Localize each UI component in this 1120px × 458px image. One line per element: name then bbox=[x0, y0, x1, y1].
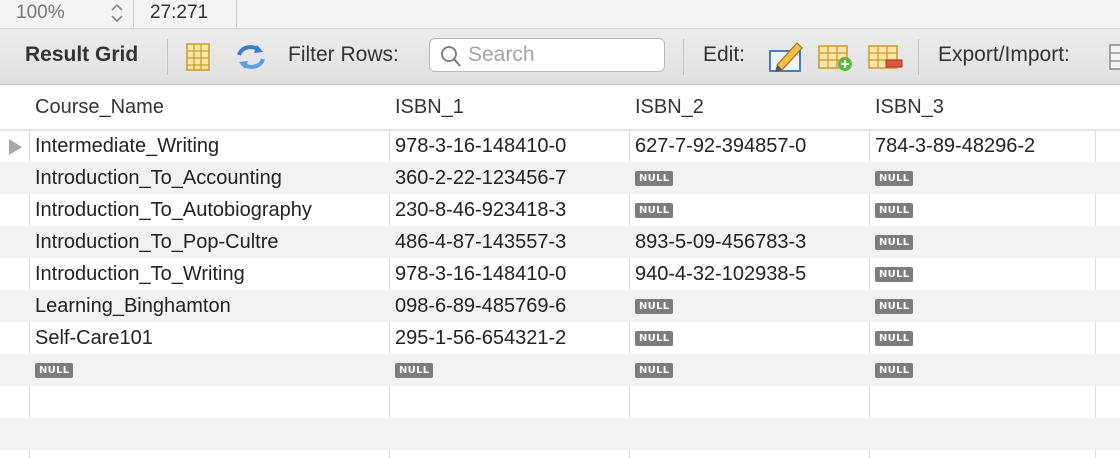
null-badge: NULL bbox=[635, 299, 674, 315]
empty-row[interactable] bbox=[0, 418, 1120, 450]
table-cell[interactable]: NULL bbox=[629, 194, 869, 226]
table-cell[interactable]: 978-3-16-148410-0 bbox=[389, 130, 629, 162]
export-icon[interactable] bbox=[1106, 39, 1120, 75]
table-cell[interactable]: Introduction_To_Autobiography bbox=[29, 194, 389, 226]
table-cell[interactable]: 784-3-89-48296-2 bbox=[869, 130, 1095, 162]
table-cell[interactable]: NULL bbox=[629, 290, 869, 322]
add-row-icon[interactable] bbox=[816, 39, 852, 75]
zoom-stepper-icon[interactable] bbox=[106, 2, 128, 24]
table-cell[interactable]: 360-2-22-123456-7 bbox=[389, 162, 629, 194]
table-cell[interactable]: NULL bbox=[869, 258, 1095, 290]
table-cell[interactable]: 893-5-09-456783-3 bbox=[629, 226, 869, 258]
table-row[interactable]: Introduction_To_Pop-Cultre 486-4-87-14355… bbox=[0, 226, 1120, 258]
zoom-control[interactable]: 100% bbox=[0, 0, 134, 27]
table-cell[interactable]: NULL bbox=[629, 322, 869, 354]
grid-header: Course_Name ISBN_1 ISBN_2 ISBN_3 bbox=[0, 85, 1120, 131]
table-cell[interactable]: 295-1-56-654321-2 bbox=[389, 322, 629, 354]
table-cell[interactable]: NULL bbox=[869, 322, 1095, 354]
toolbar-separator bbox=[167, 39, 168, 75]
cursor-position-value: 27:271 bbox=[150, 2, 209, 23]
zoom-value: 100% bbox=[16, 2, 65, 23]
null-badge: NULL bbox=[395, 363, 434, 379]
null-badge: NULL bbox=[875, 267, 914, 283]
table-cell[interactable]: NULL bbox=[869, 354, 1095, 386]
null-badge: NULL bbox=[875, 299, 914, 315]
refresh-icon[interactable] bbox=[233, 39, 269, 75]
table-cell[interactable]: NULL bbox=[29, 354, 389, 386]
toolbar-separator bbox=[918, 39, 919, 75]
table-cell[interactable]: NULL bbox=[869, 290, 1095, 322]
table-cell[interactable]: Introduction_To_Pop-Cultre bbox=[29, 226, 389, 258]
null-badge: NULL bbox=[875, 203, 914, 219]
result-grid-tab[interactable]: Result Grid bbox=[25, 43, 138, 67]
table-cell[interactable]: Introduction_To_Accounting bbox=[29, 162, 389, 194]
null-badge: NULL bbox=[635, 331, 674, 347]
table-cell[interactable]: NULL bbox=[869, 226, 1095, 258]
null-badge: NULL bbox=[635, 363, 674, 379]
null-badge: NULL bbox=[875, 331, 914, 347]
search-input[interactable] bbox=[468, 43, 658, 67]
column-header-isbn-3[interactable]: ISBN_3 bbox=[869, 91, 1095, 123]
table-cell[interactable]: 978-3-16-148410-0 bbox=[389, 258, 629, 290]
table-cell[interactable]: 098-6-89-485769-6 bbox=[389, 290, 629, 322]
column-header-course-name[interactable]: Course_Name bbox=[29, 91, 389, 123]
result-grid: Course_Name ISBN_1 ISBN_2 ISBN_3 Interme… bbox=[0, 85, 1120, 458]
null-badge: NULL bbox=[35, 363, 74, 379]
edit-label: Edit: bbox=[703, 43, 746, 66]
null-badge: NULL bbox=[875, 235, 914, 251]
table-cell[interactable]: Introduction_To_Writing bbox=[29, 258, 389, 290]
table-row[interactable]: Learning_Binghamton 098-6-89-485769-6 NULL… bbox=[0, 290, 1120, 322]
column-header-isbn-2[interactable]: ISBN_2 bbox=[629, 91, 869, 123]
export-import-label: Export/Import: bbox=[938, 43, 1070, 66]
grid-layout-icon[interactable] bbox=[182, 39, 218, 75]
table-cell[interactable]: 627-7-92-394857-0 bbox=[629, 130, 869, 162]
filter-rows-label: Filter Rows: bbox=[288, 43, 399, 66]
table-cell[interactable]: 230-8-46-923418-3 bbox=[389, 194, 629, 226]
table-row[interactable]: Intermediate_Writing 978-3-16-148410-0 627… bbox=[0, 130, 1120, 162]
toolbar-separator bbox=[683, 39, 684, 75]
table-cell[interactable]: NULL bbox=[389, 354, 629, 386]
table-row[interactable]: Introduction_To_Accounting 360-2-22-12345… bbox=[0, 162, 1120, 194]
delete-row-icon[interactable] bbox=[866, 39, 903, 75]
table-row[interactable]: Introduction_To_Autobiography 230-8-46-92… bbox=[0, 194, 1120, 226]
edit-pencil-icon[interactable] bbox=[767, 39, 803, 75]
filter-search-field[interactable] bbox=[429, 38, 665, 72]
table-cell[interactable]: NULL bbox=[869, 162, 1095, 194]
table-cell[interactable]: 486-4-87-143557-3 bbox=[389, 226, 629, 258]
search-icon bbox=[440, 44, 462, 74]
table-cell[interactable]: Intermediate_Writing bbox=[29, 130, 389, 162]
current-row-indicator-icon bbox=[9, 139, 22, 155]
column-header-isbn-1[interactable]: ISBN_1 bbox=[389, 91, 629, 123]
null-badge: NULL bbox=[635, 171, 674, 187]
null-badge: NULL bbox=[875, 363, 914, 379]
cursor-position: 27:271 bbox=[134, 0, 237, 27]
table-row[interactable]: Introduction_To_Writing 978-3-16-148410-0… bbox=[0, 258, 1120, 290]
empty-row[interactable] bbox=[0, 386, 1120, 418]
table-row[interactable]: NULL NULL NULL NULL bbox=[0, 354, 1120, 386]
null-badge: NULL bbox=[875, 171, 914, 187]
table-cell[interactable]: NULL bbox=[629, 354, 869, 386]
table-row[interactable]: Self-Care101 295-1-56-654321-2 NULL NULL bbox=[0, 322, 1120, 354]
null-badge: NULL bbox=[635, 203, 674, 219]
table-cell[interactable]: NULL bbox=[629, 162, 869, 194]
table-cell[interactable]: 940-4-32-102938-5 bbox=[629, 258, 869, 290]
table-cell[interactable]: Learning_Binghamton bbox=[29, 290, 389, 322]
table-cell[interactable]: Self-Care101 bbox=[29, 322, 389, 354]
table-cell[interactable]: NULL bbox=[869, 194, 1095, 226]
status-bar: 100% 27:271 bbox=[0, 0, 1120, 29]
result-toolbar: Result Grid Filter Rows: Edit: bbox=[0, 29, 1120, 85]
